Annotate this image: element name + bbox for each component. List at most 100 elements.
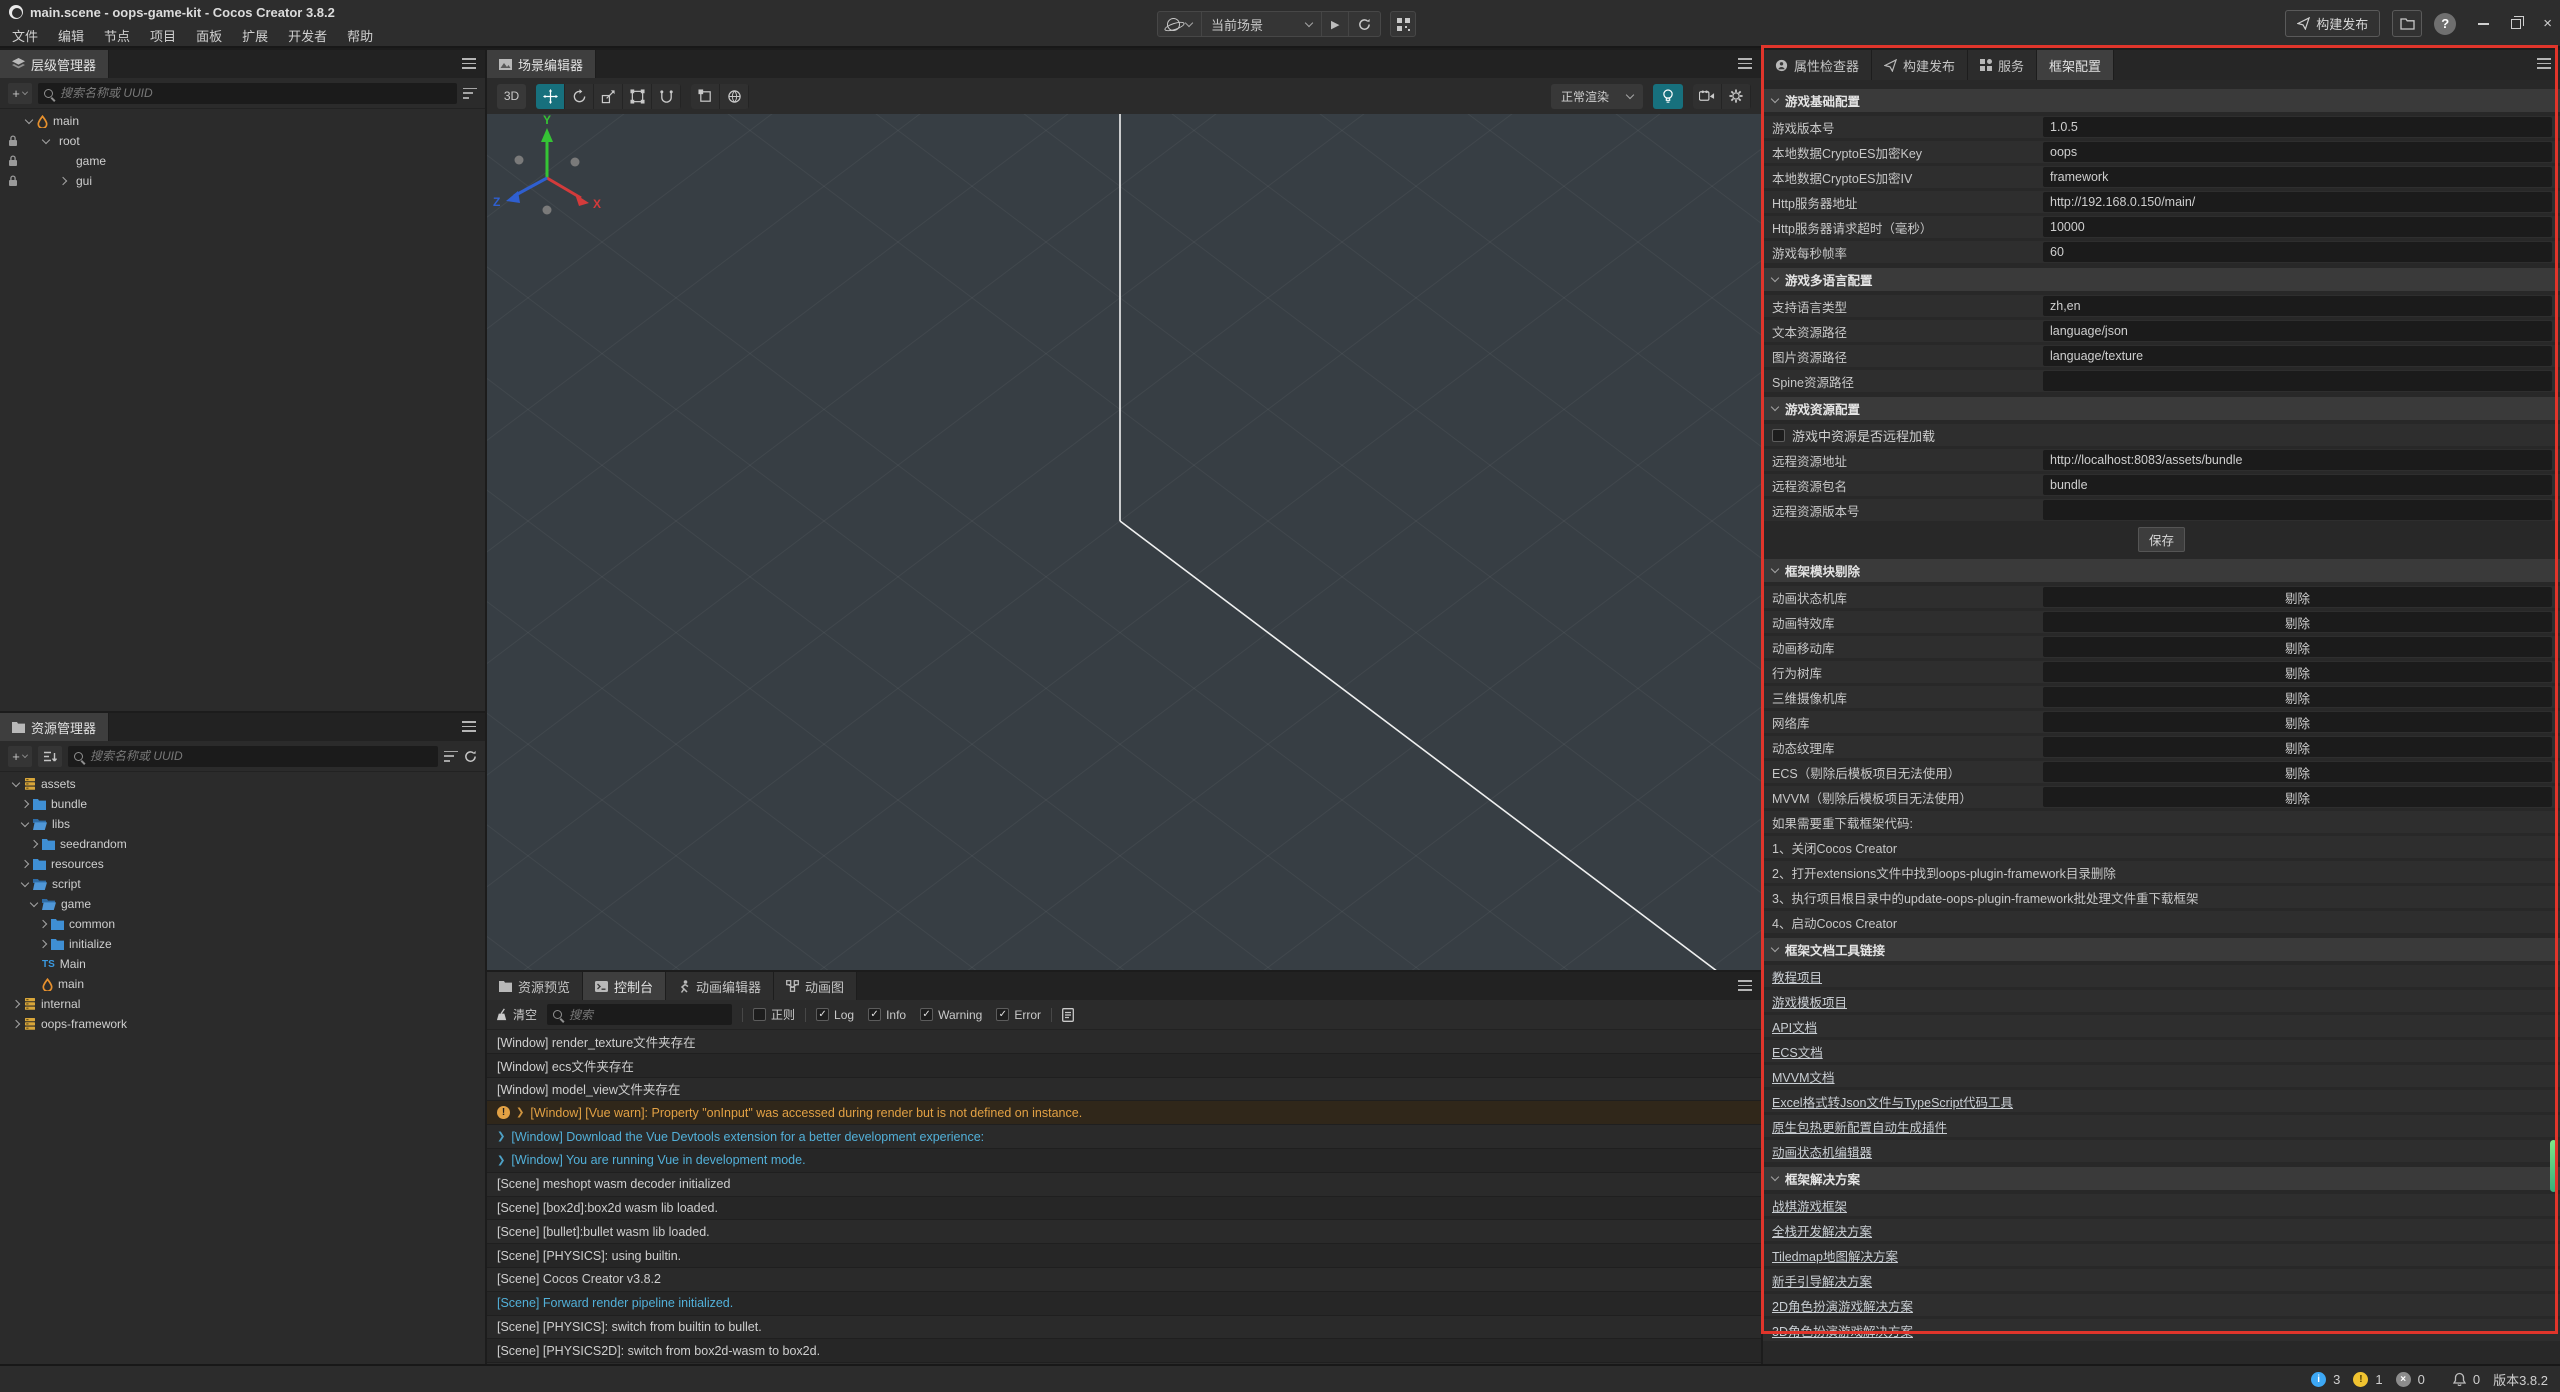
doc-link[interactable]: 动画状态机编辑器 <box>1772 1142 1872 1161</box>
menu-4[interactable]: 面板 <box>186 25 232 46</box>
chevron-right-icon[interactable] <box>39 940 47 948</box>
tab-scene-editor[interactable]: 场景编辑器 <box>487 50 596 78</box>
tree-item[interactable]: seedrandom <box>0 834 485 854</box>
field-input[interactable] <box>2043 167 2552 187</box>
chevron-right-icon[interactable] <box>12 1000 20 1008</box>
tree-item[interactable]: assets <box>0 774 485 794</box>
log-row[interactable]: [Scene] Cocos Creator v3.8.2 <box>487 1268 1761 1292</box>
tab-console-3[interactable]: 动画图 <box>774 972 857 1000</box>
tree-item[interactable]: bundle <box>0 794 485 814</box>
chevron-right-icon[interactable] <box>21 860 29 868</box>
move-tool-button[interactable] <box>536 84 565 109</box>
tab-assets[interactable]: 资源管理器 <box>0 713 109 741</box>
coordinate-toggle-button[interactable] <box>720 84 749 109</box>
help-button[interactable]: ? <box>2434 13 2456 35</box>
field-input[interactable] <box>2043 500 2552 520</box>
section-header[interactable]: 框架解决方案 <box>1763 1167 2560 1190</box>
doc-link[interactable]: 原生包热更新配置自动生成插件 <box>1772 1117 1947 1136</box>
rotate-tool-button[interactable] <box>565 84 594 109</box>
warning-count-icon[interactable]: ! <box>2353 1372 2368 1387</box>
reload-button[interactable] <box>1349 12 1380 36</box>
chevron-down-icon[interactable] <box>21 878 29 886</box>
minimize-button[interactable] <box>2478 23 2489 25</box>
lighting-toggle-button[interactable] <box>1653 84 1683 109</box>
create-asset-button[interactable]: + <box>8 746 32 767</box>
field-input[interactable] <box>2043 192 2552 212</box>
section-header[interactable]: 游戏基础配置 <box>1763 89 2560 112</box>
tab-console-2[interactable]: 动画编辑器 <box>666 972 774 1000</box>
console-search-input[interactable] <box>567 1007 728 1023</box>
log-row[interactable]: [Scene] [PHYSICS2D]: switch from box2d-w… <box>487 1339 1761 1363</box>
log-row[interactable]: ❯[Window] You are running Vue in develop… <box>487 1149 1761 1173</box>
trim-button[interactable]: 剔除 <box>2043 712 2552 732</box>
tab-console-1[interactable]: 控制台 <box>583 972 666 1000</box>
menu-2[interactable]: 节点 <box>94 25 140 46</box>
tree-item[interactable]: gui <box>0 171 485 191</box>
filter-icon[interactable] <box>463 88 477 99</box>
trim-button[interactable]: 剔除 <box>2043 762 2552 782</box>
clear-console-button[interactable]: 清空 <box>496 1006 537 1023</box>
filter-info-checkbox[interactable]: ✓Info <box>868 1008 906 1022</box>
tree-item[interactable]: main <box>0 974 485 994</box>
trim-button[interactable]: 剔除 <box>2043 687 2552 707</box>
trim-button[interactable]: 剔除 <box>2043 737 2552 757</box>
info-count-icon[interactable]: i <box>2311 1372 2326 1387</box>
restore-button[interactable] <box>2511 19 2521 29</box>
chevron-down-icon[interactable] <box>42 135 50 143</box>
tree-item[interactable]: game <box>0 894 485 914</box>
scrollbar-thumb[interactable] <box>2550 1140 2557 1192</box>
qrcode-preview-button[interactable] <box>1390 11 1416 37</box>
hierarchy-search-input[interactable] <box>58 85 451 101</box>
log-row[interactable]: [Window] model_view文件夹存在 <box>487 1078 1761 1102</box>
menu-5[interactable]: 扩展 <box>232 25 278 46</box>
log-row[interactable]: [Scene] [box2d]:box2d wasm lib loaded. <box>487 1197 1761 1221</box>
save-button[interactable]: 保存 <box>2138 527 2185 552</box>
solution-link[interactable]: 2D角色扮演游戏解决方案 <box>1772 1296 1913 1315</box>
field-input[interactable] <box>2043 475 2552 495</box>
panel-menu-icon[interactable] <box>1738 58 1752 69</box>
hierarchy-search[interactable] <box>38 83 457 104</box>
tree-item[interactable]: internal <box>0 994 485 1014</box>
bell-icon[interactable] <box>2453 1372 2466 1386</box>
tree-item[interactable]: initialize <box>0 934 485 954</box>
tree-item[interactable]: main <box>0 111 485 131</box>
log-row[interactable]: [Scene] [PHYSICS]: switch from builtin t… <box>487 1316 1761 1340</box>
section-header[interactable]: 游戏多语言配置 <box>1763 268 2560 291</box>
chevron-down-icon[interactable] <box>12 778 20 786</box>
tree-item[interactable]: libs <box>0 814 485 834</box>
chevron-down-icon[interactable] <box>25 115 33 123</box>
doc-link[interactable]: Excel格式转Json文件与TypeScript代码工具 <box>1772 1092 2013 1111</box>
chevron-right-icon[interactable] <box>59 177 67 185</box>
field-input[interactable] <box>2043 117 2552 137</box>
panel-menu-icon[interactable] <box>2537 58 2551 69</box>
field-input[interactable] <box>2043 296 2552 316</box>
field-input[interactable] <box>2043 142 2552 162</box>
tree-item[interactable]: root <box>0 131 485 151</box>
open-project-folder-button[interactable] <box>2392 10 2422 37</box>
tab-inspector-0[interactable]: 属性检查器 <box>1763 50 1872 80</box>
create-node-button[interactable]: + <box>8 83 32 104</box>
expand-chevron-icon[interactable]: ❯ <box>516 1107 524 1118</box>
projection-3d-button[interactable]: 3D <box>497 84 526 109</box>
scene-select[interactable]: 当前场景 <box>1202 12 1322 36</box>
console-search[interactable] <box>547 1004 732 1025</box>
menu-3[interactable]: 项目 <box>140 25 186 46</box>
play-button[interactable]: ▶ <box>1322 12 1349 36</box>
tree-item[interactable]: TSMain <box>0 954 485 974</box>
refresh-icon[interactable] <box>464 750 477 763</box>
panel-menu-icon[interactable] <box>1738 980 1752 991</box>
log-row[interactable]: [Window] render_texture文件夹存在 <box>487 1030 1761 1054</box>
chevron-right-icon[interactable] <box>39 920 47 928</box>
tree-item[interactable]: common <box>0 914 485 934</box>
doc-link[interactable]: MVVM文档 <box>1772 1067 1835 1086</box>
panel-menu-icon[interactable] <box>462 721 476 732</box>
panel-menu-icon[interactable] <box>462 58 476 69</box>
build-publish-button[interactable]: 构建发布 <box>2285 10 2380 37</box>
log-row[interactable]: [Scene] Forward render pipeline initiali… <box>487 1292 1761 1316</box>
log-row[interactable]: ❯[Window] Download the Vue Devtools exte… <box>487 1125 1761 1149</box>
expand-chevron-icon[interactable]: ❯ <box>497 1155 505 1166</box>
tab-hierarchy[interactable]: 层级管理器 <box>0 50 109 78</box>
trim-button[interactable]: 剔除 <box>2043 637 2552 657</box>
chevron-down-icon[interactable] <box>30 898 38 906</box>
doc-link[interactable]: ECS文档 <box>1772 1042 1823 1061</box>
